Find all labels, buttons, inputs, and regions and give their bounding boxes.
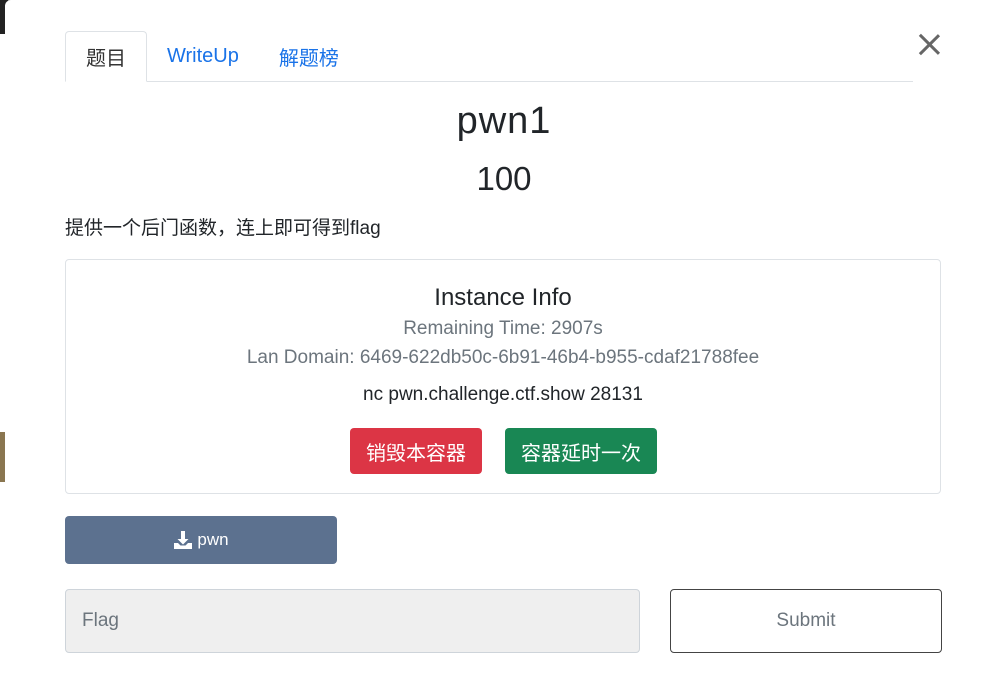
connection-command: nc pwn.challenge.ctf.show 28131	[363, 384, 643, 405]
tab-writeup[interactable]: WriteUp	[147, 31, 259, 81]
tab-solves[interactable]: 解题榜	[259, 31, 359, 81]
instance-info-card: Instance Info Remaining Time: 2907s Lan …	[65, 259, 941, 494]
challenge-description: 提供一个后门函数，连上即可得到flag	[65, 218, 381, 239]
lan-domain: Lan Domain: 6469-622db50c-6b91-46b4-b955…	[246, 347, 760, 368]
download-icon	[174, 531, 193, 549]
instance-info-title: Instance Info	[434, 284, 572, 311]
download-pwn-button[interactable]: pwn	[65, 516, 337, 564]
remaining-time: Remaining Time: 2907s	[403, 318, 603, 339]
destroy-container-button[interactable]: 销毁本容器	[350, 428, 482, 474]
challenge-modal: 题目 WriteUp 解题榜 pwn1 100 提供一个后门函数，连上即可得到f…	[5, 0, 1003, 678]
download-label: pwn	[197, 530, 229, 549]
extend-container-button[interactable]: 容器延时一次	[505, 428, 657, 474]
flag-input[interactable]	[65, 589, 640, 653]
tab-challenge[interactable]: 题目	[65, 31, 147, 82]
modal-tabs: 题目 WriteUp 解题榜	[65, 30, 913, 82]
challenge-points: 100	[476, 160, 532, 197]
submit-button[interactable]: Submit	[670, 589, 942, 653]
challenge-name: pwn1	[456, 100, 552, 142]
close-icon[interactable]	[915, 30, 943, 58]
